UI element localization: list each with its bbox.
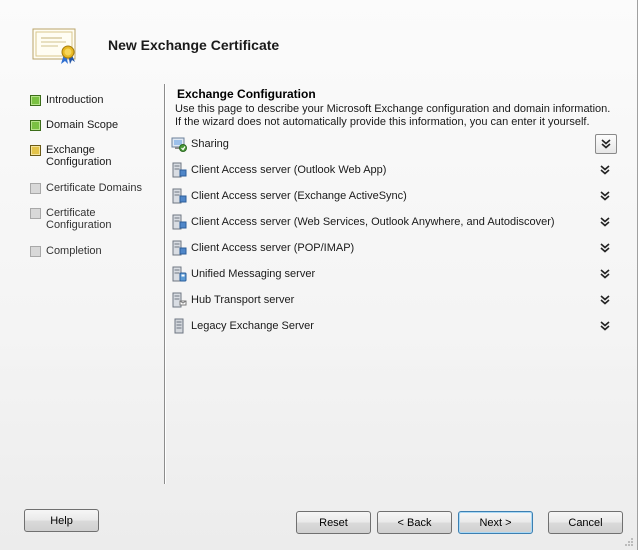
section-label: Client Access server (POP/IMAP) xyxy=(191,242,355,254)
server-icon xyxy=(171,188,187,204)
section-client-access-owa[interactable]: Client Access server (Outlook Web App) xyxy=(171,159,617,181)
double-chevron-down-icon xyxy=(600,243,610,253)
help-button[interactable]: Help xyxy=(24,509,99,532)
page-title: Exchange Configuration xyxy=(177,87,316,101)
nav-item-label: Certificate Domains xyxy=(46,182,142,194)
step-pending-icon xyxy=(30,208,41,219)
double-chevron-down-icon xyxy=(600,269,610,279)
section-label: Legacy Exchange Server xyxy=(191,320,314,332)
double-chevron-down-icon xyxy=(600,295,610,305)
section-hub-transport[interactable]: Hub Transport server xyxy=(171,289,617,311)
section-label: Client Access server (Exchange ActiveSyn… xyxy=(191,190,407,202)
certificate-icon xyxy=(32,27,82,65)
section-legacy-exchange[interactable]: Legacy Exchange Server xyxy=(171,315,617,337)
section-client-access-pop-imap[interactable]: Client Access server (POP/IMAP) xyxy=(171,237,617,259)
nav-item-completion: Completion xyxy=(30,245,146,257)
nav-item-certificate-domains: Certificate Domains xyxy=(30,182,156,194)
section-label: Hub Transport server xyxy=(191,294,295,306)
expand-legacy-exchange-button[interactable] xyxy=(597,318,613,334)
step-pending-icon xyxy=(30,246,41,257)
transport-server-icon xyxy=(171,292,187,308)
back-button[interactable]: < Back xyxy=(377,511,452,534)
wizard-window: New Exchange Certificate Introduction Do… xyxy=(0,0,638,550)
nav-item-label: Domain Scope xyxy=(46,119,119,131)
nav-item-label: Completion xyxy=(46,245,102,257)
cancel-button[interactable]: Cancel xyxy=(548,511,623,534)
step-pending-icon xyxy=(30,183,41,194)
expand-owa-button[interactable] xyxy=(597,162,613,178)
section-unified-messaging[interactable]: Unified Messaging server xyxy=(171,263,617,285)
expand-sharing-button[interactable] xyxy=(595,134,617,154)
section-client-access-web-services[interactable]: Client Access server (Web Services, Outl… xyxy=(171,211,617,233)
section-label: Sharing xyxy=(191,138,229,150)
section-label: Unified Messaging server xyxy=(191,268,316,280)
expand-pop-imap-button[interactable] xyxy=(597,240,613,256)
expand-web-services-button[interactable] xyxy=(597,214,613,230)
nav-item-introduction: Introduction xyxy=(30,94,146,106)
nav-item-exchange-configuration: Exchange Configuration xyxy=(30,144,116,168)
section-label: Client Access server (Web Services, Outl… xyxy=(191,216,555,228)
expand-hub-transport-button[interactable] xyxy=(597,292,613,308)
double-chevron-down-icon xyxy=(600,165,610,175)
section-sharing[interactable]: Sharing xyxy=(171,133,617,155)
step-complete-icon xyxy=(30,120,41,131)
nav-divider xyxy=(164,84,166,484)
server-icon xyxy=(171,240,187,256)
resize-grip-icon[interactable] xyxy=(624,537,634,547)
nav-item-label: Exchange Configuration xyxy=(46,144,112,168)
double-chevron-down-icon xyxy=(600,321,610,331)
nav-item-certificate-configuration: Certificate Configuration xyxy=(30,207,116,231)
legacy-server-icon xyxy=(171,318,187,334)
wizard-title: New Exchange Certificate xyxy=(108,37,280,53)
expand-unified-messaging-button[interactable] xyxy=(597,266,613,282)
step-current-icon xyxy=(30,145,41,156)
next-button[interactable]: Next > xyxy=(458,511,533,534)
expand-activesync-button[interactable] xyxy=(597,188,613,204)
double-chevron-down-icon xyxy=(600,191,610,201)
sharing-icon xyxy=(171,136,187,152)
step-complete-icon xyxy=(30,95,41,106)
um-server-icon xyxy=(171,266,187,282)
nav-item-label: Introduction xyxy=(46,94,104,106)
section-label: Client Access server (Outlook Web App) xyxy=(191,164,387,176)
page-description: Use this page to describe your Microsoft… xyxy=(175,103,611,128)
server-icon xyxy=(171,162,187,178)
double-chevron-down-icon xyxy=(600,217,610,227)
section-client-access-activesync[interactable]: Client Access server (Exchange ActiveSyn… xyxy=(171,185,617,207)
server-icon xyxy=(171,214,187,230)
nav-item-label: Certificate Configuration xyxy=(46,207,112,231)
nav-item-domain-scope: Domain Scope xyxy=(30,119,146,131)
reset-button[interactable]: Reset xyxy=(296,511,371,534)
double-chevron-down-icon xyxy=(601,139,611,149)
